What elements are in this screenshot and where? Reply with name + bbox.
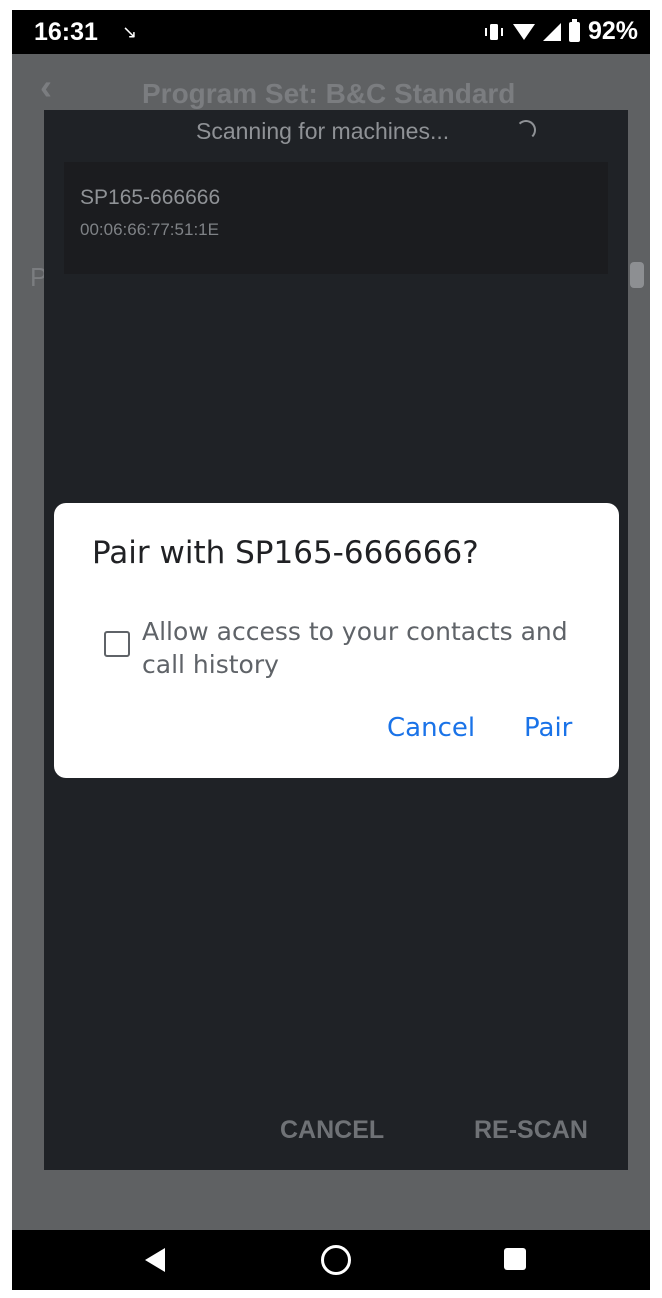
home-icon[interactable] xyxy=(321,1245,351,1275)
recents-icon[interactable] xyxy=(504,1248,526,1270)
pair-cancel-button[interactable]: Cancel xyxy=(387,713,475,743)
back-icon[interactable] xyxy=(145,1248,165,1272)
rescan-button[interactable]: RE-SCAN xyxy=(474,1116,588,1145)
scan-cancel-button[interactable]: CANCEL xyxy=(280,1116,384,1145)
missed-call-icon: ↘ xyxy=(122,22,138,42)
battery-percent: 92% xyxy=(587,17,638,45)
pair-confirm-button[interactable]: Pair xyxy=(524,713,572,743)
status-icons: 92% xyxy=(483,17,638,46)
phone-screen: 16:31 ↘ 92% ‹ Program Set: B&C Standard … xyxy=(12,10,650,1290)
wifi-icon xyxy=(512,23,535,40)
status-time: 16:31 xyxy=(34,18,98,46)
loading-spinner-icon xyxy=(516,120,536,140)
signal-icon xyxy=(542,22,561,41)
device-name: SP165-666666 xyxy=(80,186,221,209)
scan-dialog-actions: CANCEL RE-SCAN xyxy=(44,1110,628,1154)
scan-dialog-title: Scanning for machines... xyxy=(196,118,450,144)
chevron-left-icon[interactable]: ‹ xyxy=(40,66,52,108)
device-mac-address: 00:06:66:77:51:1E xyxy=(80,220,219,239)
battery-icon xyxy=(568,18,580,42)
vibrate-icon xyxy=(483,22,505,42)
background-toggle xyxy=(630,262,644,288)
navigation-bar xyxy=(12,1230,650,1290)
device-list-item[interactable]: SP165-666666 00:06:66:77:51:1E xyxy=(64,162,608,274)
page-title: Program Set: B&C Standard xyxy=(142,78,516,109)
contacts-access-label[interactable]: Allow access to your contacts and call h… xyxy=(142,615,592,681)
pair-dialog: Pair with SP165-666666? Allow access to … xyxy=(54,503,619,778)
contacts-access-checkbox[interactable] xyxy=(104,631,130,657)
pair-dialog-title: Pair with SP165-666666? xyxy=(92,535,479,571)
status-bar: 16:31 ↘ 92% xyxy=(12,10,650,54)
